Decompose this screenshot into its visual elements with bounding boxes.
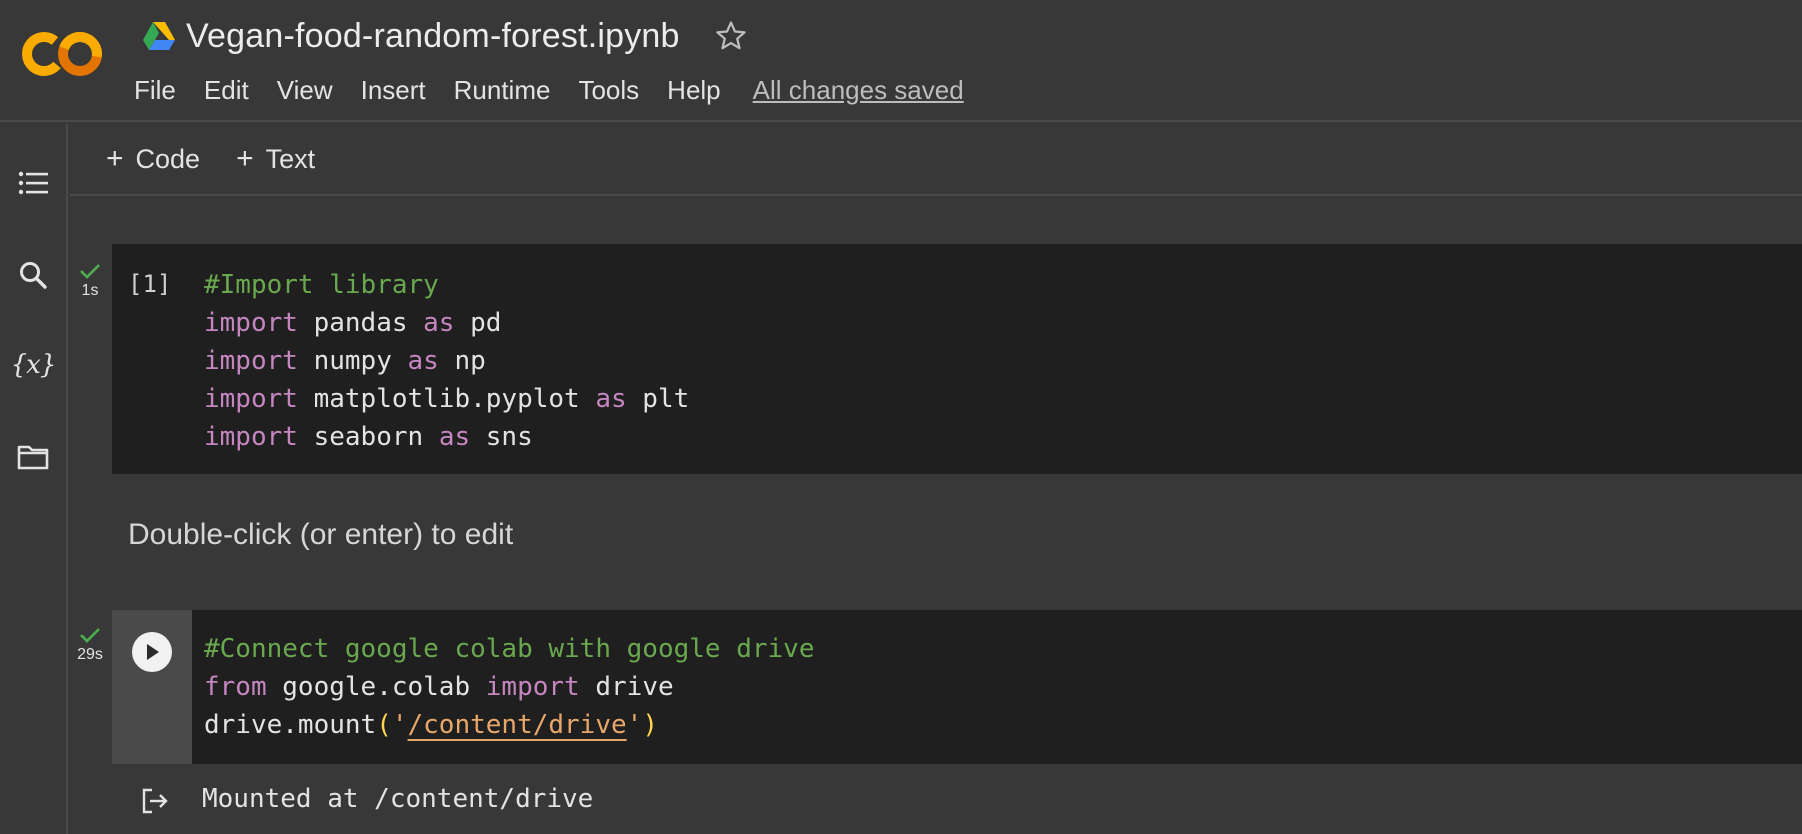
- code-editor[interactable]: #Connect google colab with google drive f…: [204, 630, 814, 744]
- code-token: #Import library: [204, 270, 439, 300]
- code-token: as: [407, 346, 439, 376]
- execution-time: 1s: [81, 282, 99, 299]
- code-token: ): [642, 710, 658, 740]
- code-token: matplotlib.pyplot: [297, 384, 596, 414]
- plus-icon: +: [106, 142, 124, 175]
- execution-count: [1]: [128, 270, 172, 298]
- check-icon: [80, 264, 100, 279]
- variables-button[interactable]: {𝑥}: [10, 344, 57, 386]
- folder-icon: [17, 445, 49, 470]
- run-cell-button[interactable]: [132, 632, 172, 672]
- menu-runtime[interactable]: Runtime: [454, 75, 551, 106]
- code-line: #Connect google colab with google drive: [204, 630, 814, 668]
- code-token: ': [626, 710, 643, 740]
- code-line: import numpy as np: [204, 342, 689, 380]
- code-token: np: [438, 346, 486, 376]
- variables-icon: {𝑥}: [10, 350, 57, 380]
- code-token: numpy: [297, 346, 408, 376]
- code-token: import: [204, 422, 298, 452]
- code-token: import: [204, 346, 298, 376]
- code-token: import: [204, 384, 298, 414]
- check-icon: [80, 628, 100, 643]
- menu-edit[interactable]: Edit: [204, 75, 249, 106]
- code-line: import matplotlib.pyplot as plt: [204, 380, 689, 418]
- code-line: import seaborn as sns: [204, 418, 689, 456]
- code-token: pandas: [297, 308, 424, 338]
- code-token: (: [376, 710, 392, 740]
- menu-insert[interactable]: Insert: [361, 75, 426, 106]
- save-status-link[interactable]: All changes saved: [753, 75, 964, 106]
- code-token: as: [423, 308, 455, 338]
- add-code-cell-button[interactable]: + Code: [106, 144, 200, 175]
- code-line: #Import library: [204, 266, 689, 304]
- colab-logo[interactable]: [20, 26, 104, 82]
- menu-view[interactable]: View: [277, 75, 333, 106]
- output-text: Mounted at /content/drive: [202, 784, 594, 814]
- left-sidebar: {𝑥}: [0, 124, 68, 834]
- code-token: import: [204, 308, 298, 338]
- code-token: drive: [579, 672, 674, 702]
- add-code-label: Code: [135, 143, 201, 174]
- code-token: drive.mount: [204, 710, 377, 740]
- code-line: import pandas as pd: [204, 304, 689, 342]
- code-token: sns: [470, 422, 533, 452]
- notebook-toolbar: + Code + Text: [70, 124, 1802, 196]
- code-line: drive.mount('/content/drive'): [204, 706, 814, 744]
- code-token: seaborn: [297, 422, 439, 452]
- code-token: pd: [454, 308, 502, 338]
- menu-bar: File Edit View Insert Runtime Tools Help…: [134, 72, 964, 108]
- output-icon[interactable]: [138, 784, 170, 816]
- code-token: as: [595, 384, 627, 414]
- text-cell-placeholder[interactable]: Double-click (or enter) to edit: [128, 518, 513, 552]
- add-text-cell-button[interactable]: + Text: [236, 144, 315, 175]
- code-token: plt: [626, 384, 690, 414]
- cell-status: 29s: [70, 626, 110, 664]
- search-icon: [20, 262, 47, 289]
- code-token: import: [485, 672, 580, 702]
- plus-icon: +: [236, 142, 254, 175]
- star-icon[interactable]: [714, 19, 748, 53]
- code-token: from: [204, 672, 267, 702]
- add-text-label: Text: [265, 143, 316, 174]
- title-row: Vegan-food-random-forest.ipynb: [142, 14, 748, 58]
- table-of-contents-icon: [18, 171, 48, 195]
- code-token: as: [438, 422, 471, 452]
- menu-tools[interactable]: Tools: [578, 75, 639, 106]
- table-of-contents-button[interactable]: [12, 162, 54, 204]
- menu-help[interactable]: Help: [667, 75, 720, 106]
- run-gutter: [112, 610, 192, 764]
- code-cell[interactable]: [1] #Import library import pandas as pd im…: [112, 244, 1802, 474]
- header: Vegan-food-random-forest.ipynb File Edit…: [0, 0, 1802, 122]
- execution-time: 29s: [77, 646, 103, 663]
- files-button[interactable]: [12, 436, 54, 478]
- code-token: #Connect google colab with google drive: [204, 634, 815, 664]
- cell-status: 1s: [70, 262, 110, 300]
- code-line: from google.colab import drive: [204, 668, 814, 706]
- google-drive-icon: [143, 22, 175, 50]
- play-icon: [147, 644, 159, 660]
- code-token: google.colab: [266, 672, 486, 702]
- cell-output: Mounted at /content/drive: [112, 764, 1802, 834]
- search-button[interactable]: [12, 254, 54, 296]
- code-cell[interactable]: #Connect google colab with google drive f…: [112, 610, 1802, 764]
- menu-file[interactable]: File: [134, 75, 176, 106]
- notebook-title[interactable]: Vegan-food-random-forest.ipynb: [186, 17, 680, 56]
- code-editor[interactable]: #Import library import pandas as pd import…: [204, 266, 689, 456]
- code-token: ': [391, 710, 408, 740]
- code-token: /content/drive: [407, 710, 627, 740]
